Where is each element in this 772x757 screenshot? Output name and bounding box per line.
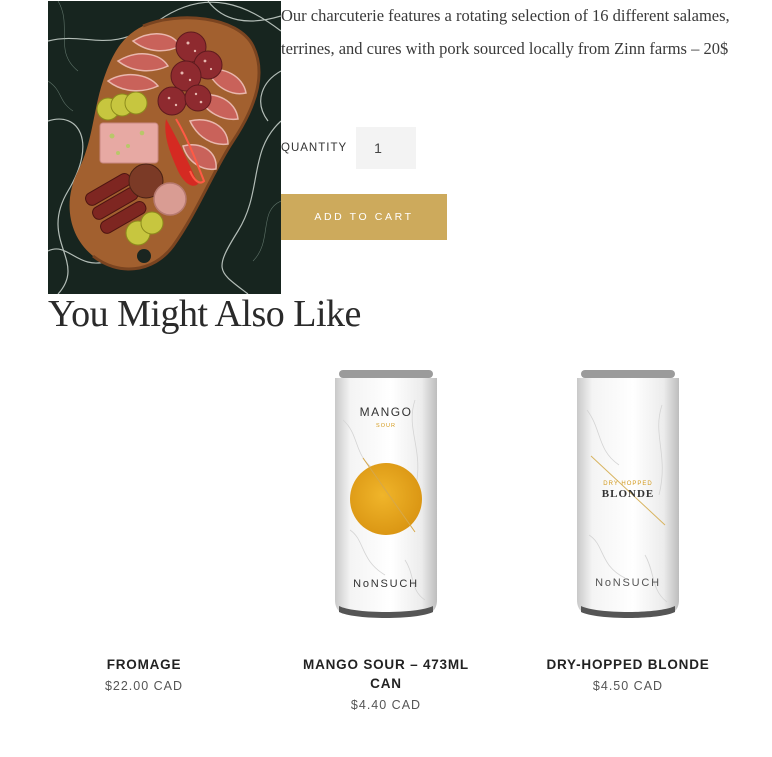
product-image[interactable]: MANGO SOUR NoNSUCH — [265, 360, 507, 622]
can-label-line2: BLONDE — [602, 488, 654, 500]
product-card-dry-hopped-blonde[interactable]: DRY HOPPED BLONDE NoNSUCH DRY-HOPPED BLO… — [507, 360, 749, 712]
product-card-fromage[interactable]: FROMAGE $22.00 CAD — [23, 360, 265, 712]
product-price: $22.00 CAD — [104, 679, 184, 693]
quantity-row: QUANTITY — [281, 127, 417, 169]
product-page: Our charcuterie features a rotating sele… — [0, 0, 772, 757]
product-image[interactable]: DRY HOPPED BLONDE NoNSUCH — [507, 360, 749, 622]
can-brand: NoNSUCH — [353, 578, 419, 590]
can-label-line1: DRY HOPPED — [603, 481, 652, 487]
dry-hopped-blonde-can-image: DRY HOPPED BLONDE NoNSUCH — [577, 370, 679, 618]
mango-sour-can-image: MANGO SOUR NoNSUCH — [335, 370, 437, 618]
product-card-mango-sour[interactable]: MANGO SOUR NoNSUCH MANGO SOUR – 473ML CA… — [265, 360, 507, 712]
product-name[interactable]: MANGO SOUR – 473ML CAN — [296, 655, 476, 693]
add-to-cart-button[interactable]: ADD TO CART — [281, 194, 447, 240]
charcuterie-board-image — [48, 1, 281, 294]
product-price: $4.50 CAD — [592, 679, 664, 693]
product-details: Our charcuterie features a rotating sele… — [281, 0, 751, 240]
product-description: Our charcuterie features a rotating sele… — [281, 6, 730, 58]
product-image[interactable] — [48, 1, 281, 294]
can-brand: NoNSUCH — [595, 577, 661, 589]
product-price: $4.40 CAD — [350, 698, 422, 712]
quantity-label: QUANTITY — [281, 142, 348, 154]
product-name[interactable]: DRY-HOPPED BLONDE — [538, 655, 718, 674]
quantity-input[interactable] — [356, 127, 417, 169]
can-label-line1: MANGO — [360, 405, 413, 419]
product-image-placeholder[interactable] — [23, 360, 265, 622]
can-label-line2: SOUR — [376, 423, 396, 429]
related-products-list: FROMAGE $22.00 CAD MANGO SOUR NoNSUCH MA… — [23, 360, 749, 712]
related-section-title: You Might Also Like — [48, 293, 361, 335]
product-name[interactable]: FROMAGE — [54, 655, 234, 674]
